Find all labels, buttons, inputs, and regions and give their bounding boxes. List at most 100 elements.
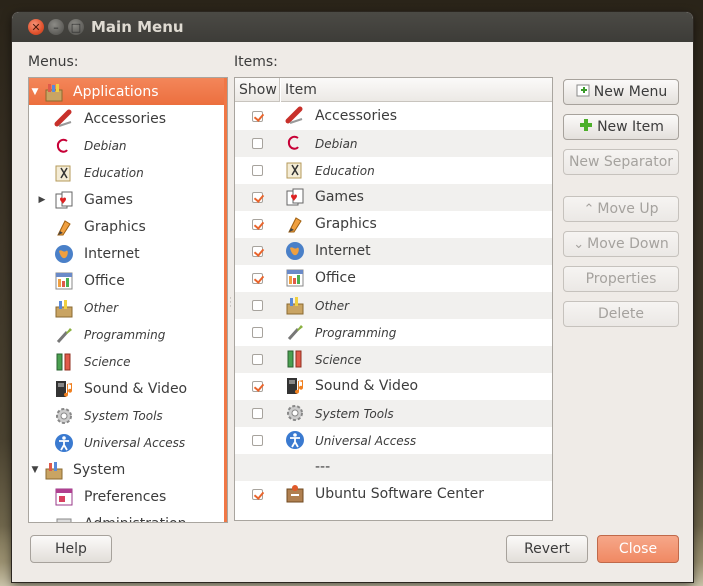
programming-icon — [284, 321, 306, 343]
menus-tree[interactable]: ▼ Applications Accessories Debian Education ▶… — [28, 77, 228, 523]
window-close-icon[interactable]: ✕ — [28, 19, 44, 35]
tree-item-education[interactable]: Education — [29, 159, 224, 186]
show-checkbox[interactable] — [252, 219, 263, 230]
new-item-button[interactable]: New Item — [563, 114, 679, 140]
items-list[interactable]: Show Item Accessories Debian Education Game… — [234, 77, 553, 521]
item-row-games[interactable]: Games — [235, 184, 552, 211]
tree-item-other[interactable]: Other — [29, 294, 224, 321]
window-minimize-icon[interactable]: – — [48, 19, 64, 35]
close-button[interactable]: Close — [597, 535, 679, 563]
show-checkbox[interactable] — [252, 111, 263, 122]
show-checkbox[interactable] — [252, 273, 263, 284]
items-label: Items: — [234, 54, 278, 70]
item-row-programming[interactable]: Programming — [235, 319, 552, 346]
show-checkbox[interactable] — [252, 300, 263, 311]
item-name: Graphics — [315, 216, 377, 232]
revert-label: Revert — [524, 541, 570, 557]
tree-item-system[interactable]: ▼ System — [29, 456, 224, 483]
programming-icon — [53, 324, 75, 346]
help-button[interactable]: Help — [30, 535, 112, 563]
window-maximize-icon[interactable]: □ — [68, 19, 84, 35]
item-row-science[interactable]: Science — [235, 346, 552, 373]
system-tools-icon — [53, 405, 75, 427]
item-row-system-tools[interactable]: System Tools — [235, 400, 552, 427]
item-name: Other — [315, 299, 350, 313]
item-row-education[interactable]: Education — [235, 157, 552, 184]
tree-item-label: Administration — [84, 516, 186, 523]
show-checkbox[interactable] — [252, 489, 263, 500]
move-down-button[interactable]: ⌄ Move Down — [563, 231, 679, 257]
debian-icon — [53, 135, 75, 157]
show-checkbox[interactable] — [252, 327, 263, 338]
item-row-universal-access[interactable]: Universal Access — [235, 427, 552, 454]
office-icon — [284, 267, 306, 289]
item-name: Debian — [315, 137, 358, 151]
properties-button[interactable]: Properties — [563, 266, 679, 292]
tree-item-label: Sound & Video — [84, 380, 188, 397]
show-checkbox[interactable] — [252, 435, 263, 446]
show-checkbox[interactable] — [252, 354, 263, 365]
delete-button[interactable]: Delete — [563, 301, 679, 327]
show-checkbox[interactable] — [252, 138, 263, 149]
tree-item-administration[interactable]: Administration — [29, 510, 224, 523]
item-row-ubuntu-software-center[interactable]: Ubuntu Software Center — [235, 481, 552, 508]
tree-item-graphics[interactable]: Graphics — [29, 213, 224, 240]
show-checkbox[interactable] — [252, 192, 263, 203]
chevron-down-icon: ⌄ — [573, 236, 585, 252]
administration-icon — [53, 513, 75, 522]
item-row-office[interactable]: Office — [235, 265, 552, 292]
education-icon — [284, 159, 306, 181]
show-checkbox[interactable] — [252, 165, 263, 176]
separator-row[interactable]: --- — [235, 454, 552, 481]
games-icon — [53, 189, 75, 211]
tree-item-accessories[interactable]: Accessories — [29, 105, 224, 132]
new-item-label: New Item — [597, 119, 664, 135]
expander-expanded-icon[interactable]: ▼ — [30, 87, 40, 97]
internet-icon — [284, 240, 306, 262]
accessories-icon — [284, 105, 306, 127]
new-separator-button[interactable]: New Separator — [563, 149, 679, 175]
tree-item-universal-access[interactable]: Universal Access — [29, 429, 224, 456]
show-checkbox[interactable] — [252, 408, 263, 419]
tree-item-sound-video[interactable]: Sound & Video — [29, 375, 224, 402]
expander-expanded-icon[interactable]: ▼ — [30, 465, 40, 475]
tree-item-preferences[interactable]: Preferences — [29, 483, 224, 510]
column-header-show[interactable]: Show — [235, 78, 280, 102]
menus-scrollbar[interactable] — [224, 78, 227, 522]
expander-collapsed-icon[interactable]: ▶ — [37, 195, 47, 205]
item-row-internet[interactable]: Internet — [235, 238, 552, 265]
new-item-icon — [578, 117, 594, 137]
item-row-other[interactable]: Other — [235, 292, 552, 319]
tree-item-label: Education — [84, 165, 144, 180]
item-name: Internet — [315, 243, 371, 259]
item-row-debian[interactable]: Debian — [235, 130, 552, 157]
tree-item-label: Universal Access — [84, 435, 186, 450]
new-menu-button[interactable]: New Menu — [563, 79, 679, 105]
show-checkbox[interactable] — [252, 246, 263, 257]
item-row-accessories[interactable]: Accessories — [235, 103, 552, 130]
tree-item-games[interactable]: ▶ Games — [29, 186, 224, 213]
item-name: System Tools — [315, 407, 394, 421]
tree-item-system-tools[interactable]: System Tools — [29, 402, 224, 429]
show-checkbox[interactable] — [252, 381, 263, 392]
tree-item-label: Applications — [73, 83, 159, 100]
tree-item-applications[interactable]: ▼ Applications — [29, 78, 224, 105]
tree-item-office[interactable]: Office — [29, 267, 224, 294]
tree-item-internet[interactable]: Internet — [29, 240, 224, 267]
item-name: Programming — [315, 326, 397, 340]
properties-label: Properties — [585, 271, 657, 287]
other-icon — [284, 294, 306, 316]
revert-button[interactable]: Revert — [506, 535, 588, 563]
move-up-button[interactable]: ⌃ Move Up — [563, 196, 679, 222]
tree-item-label: Office — [84, 272, 125, 289]
column-header-item[interactable]: Item — [281, 78, 552, 102]
tree-item-debian[interactable]: Debian — [29, 132, 224, 159]
item-row-graphics[interactable]: Graphics — [235, 211, 552, 238]
item-name: Accessories — [315, 108, 398, 124]
item-row-sound-video[interactable]: Sound & Video — [235, 373, 552, 400]
tree-item-science[interactable]: Science — [29, 348, 224, 375]
sound-video-icon — [53, 378, 75, 400]
tree-item-programming[interactable]: Programming — [29, 321, 224, 348]
pane-resize-handle[interactable]: · · · — [229, 295, 232, 312]
tree-item-label: System — [73, 461, 126, 478]
